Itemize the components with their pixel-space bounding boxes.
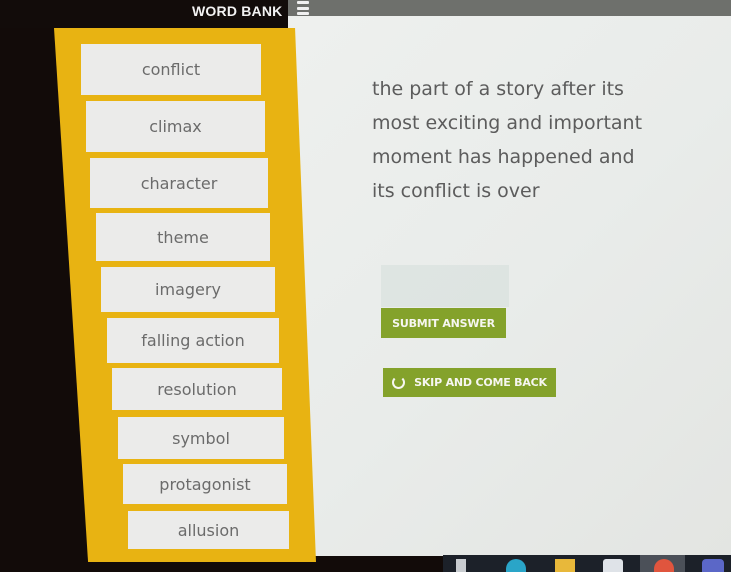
word-tile-protagonist[interactable]: protagonist <box>123 464 287 504</box>
skip-and-come-back-button[interactable]: SKIP AND COME BACK <box>383 368 556 397</box>
store-icon[interactable] <box>603 559 623 572</box>
file-explorer-icon[interactable] <box>456 559 466 572</box>
word-tile-falling-action[interactable]: falling action <box>107 318 279 363</box>
refresh-icon <box>392 376 406 389</box>
answer-drop-zone[interactable] <box>381 265 509 307</box>
hamburger-menu-icon[interactable] <box>292 1 314 15</box>
header-bar-right <box>288 0 731 16</box>
question-definition: the part of a story after its most excit… <box>372 78 643 202</box>
submit-answer-button[interactable]: SUBMIT ANSWER <box>381 308 506 338</box>
submit-answer-label: SUBMIT ANSWER <box>392 316 495 330</box>
word-tile-resolution[interactable]: resolution <box>112 368 282 410</box>
edge-icon[interactable] <box>506 559 526 572</box>
chrome-icon[interactable] <box>654 559 674 572</box>
word-tile-character[interactable]: character <box>90 158 268 208</box>
word-tile-conflict[interactable]: conflict <box>81 44 261 95</box>
word-bank-title: WORD BANK <box>192 3 283 19</box>
taskbar <box>443 555 731 572</box>
skip-label: SKIP AND COME BACK <box>414 376 547 389</box>
teams-icon[interactable] <box>702 559 724 572</box>
word-tile-climax[interactable]: climax <box>86 101 265 152</box>
word-tile-symbol[interactable]: symbol <box>118 417 284 459</box>
word-tile-imagery[interactable]: imagery <box>101 267 275 312</box>
folder-icon[interactable] <box>555 559 575 572</box>
word-tile-allusion[interactable]: allusion <box>128 511 289 549</box>
word-tile-theme[interactable]: theme <box>96 213 270 261</box>
